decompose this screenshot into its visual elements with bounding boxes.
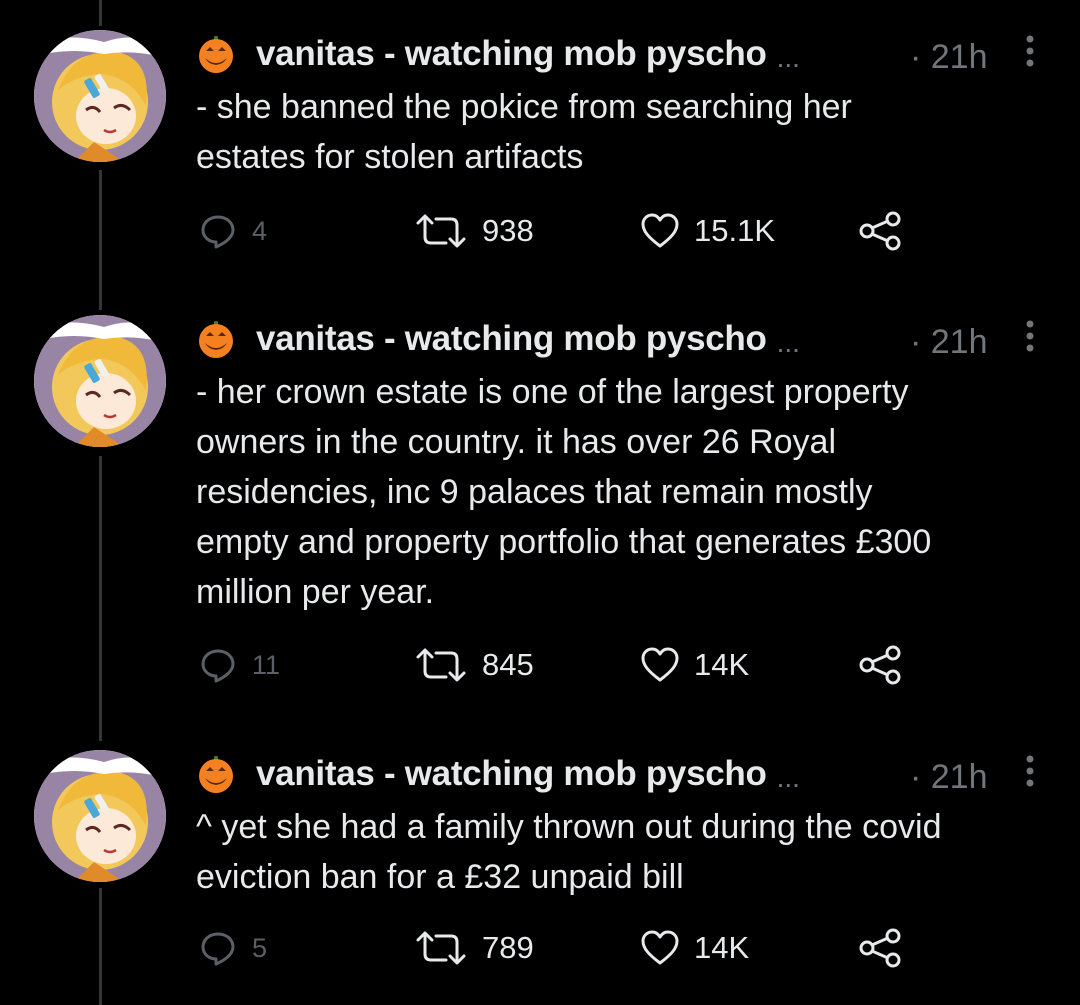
retweet-count: 845 <box>482 647 534 682</box>
tweet-content: vanitas - watching mob pyscho ... · 21h … <box>196 30 1056 182</box>
more-icon[interactable] <box>1024 753 1036 793</box>
like-button[interactable]: 14K <box>640 923 749 973</box>
avatar-image <box>34 315 166 447</box>
tweet-header: vanitas - watching mob pyscho ... · 21h <box>196 30 1056 78</box>
more-icon[interactable] <box>1024 318 1036 358</box>
retweet-count: 938 <box>482 213 534 248</box>
tweet-actions: 5 789 14K <box>0 923 1080 973</box>
share-button[interactable] <box>858 640 902 690</box>
avatar-image <box>34 750 166 882</box>
avatar[interactable] <box>34 750 166 882</box>
tweet-text: - her crown estate is one of the largest… <box>196 373 932 611</box>
reply-count: 5 <box>252 932 268 963</box>
share-button[interactable] <box>858 923 902 973</box>
like-icon <box>641 213 679 248</box>
reply-count: 11 <box>252 649 281 680</box>
share-icon <box>859 211 901 251</box>
name-truncation: ... <box>776 762 800 793</box>
like-count: 14K <box>694 647 750 682</box>
pumpkin-emoji <box>199 321 233 358</box>
like-button[interactable]: 15.1K <box>640 206 775 256</box>
thread-line <box>99 0 102 26</box>
tweet-text: ^ yet she had a family thrown out during… <box>196 808 942 896</box>
tweet-actions: 11 845 14K <box>0 640 1080 690</box>
pumpkin-emoji <box>199 756 233 793</box>
timestamp[interactable]: · 21h <box>910 758 988 797</box>
like-count: 14K <box>694 930 750 965</box>
reply-button[interactable]: 11 <box>200 640 280 690</box>
more-icon[interactable] <box>1024 33 1036 73</box>
reply-button[interactable]: 5 <box>200 923 267 973</box>
share-icon <box>859 928 901 968</box>
avatar[interactable] <box>34 315 166 447</box>
tweet-content: vanitas - watching mob pyscho ... · 21h … <box>196 315 1056 617</box>
retweet-button[interactable]: 845 <box>414 640 534 690</box>
thread-line <box>99 456 102 741</box>
like-icon <box>641 647 679 682</box>
timestamp[interactable]: · 21h <box>910 323 988 362</box>
like-count: 15.1K <box>694 213 776 248</box>
display-name[interactable]: vanitas - watching mob pyscho <box>256 34 767 74</box>
like-button[interactable]: 14K <box>640 640 749 690</box>
retweet-icon <box>416 214 466 248</box>
reply-count: 4 <box>252 215 268 246</box>
retweet-icon <box>416 648 466 682</box>
name-truncation: ... <box>776 327 800 358</box>
display-name[interactable]: vanitas - watching mob pyscho <box>256 754 767 794</box>
share-button[interactable] <box>858 206 902 256</box>
tweet-header: vanitas - watching mob pyscho ... · 21h <box>196 750 1056 798</box>
like-icon <box>641 930 679 965</box>
pumpkin-emoji <box>199 36 233 73</box>
name-truncation: ... <box>776 42 800 73</box>
retweet-button[interactable]: 789 <box>414 923 534 973</box>
reply-icon <box>201 215 235 249</box>
reply-button[interactable]: 4 <box>200 206 267 256</box>
reply-icon <box>201 932 235 966</box>
retweet-count: 789 <box>482 930 534 965</box>
reply-icon <box>201 649 235 683</box>
tweet-header: vanitas - watching mob pyscho ... · 21h <box>196 315 1056 363</box>
share-icon <box>859 645 901 685</box>
timestamp[interactable]: · 21h <box>910 38 988 77</box>
tweet-content: vanitas - watching mob pyscho ... · 21h … <box>196 750 1056 902</box>
display-name[interactable]: vanitas - watching mob pyscho <box>256 319 767 359</box>
retweet-icon <box>416 931 466 965</box>
avatar[interactable] <box>34 30 166 162</box>
avatar-image <box>34 30 166 162</box>
tweet-text: - she banned the pokice from searching h… <box>196 88 852 176</box>
retweet-button[interactable]: 938 <box>414 206 534 256</box>
tweet-actions: 4 938 15.1K <box>0 206 1080 256</box>
